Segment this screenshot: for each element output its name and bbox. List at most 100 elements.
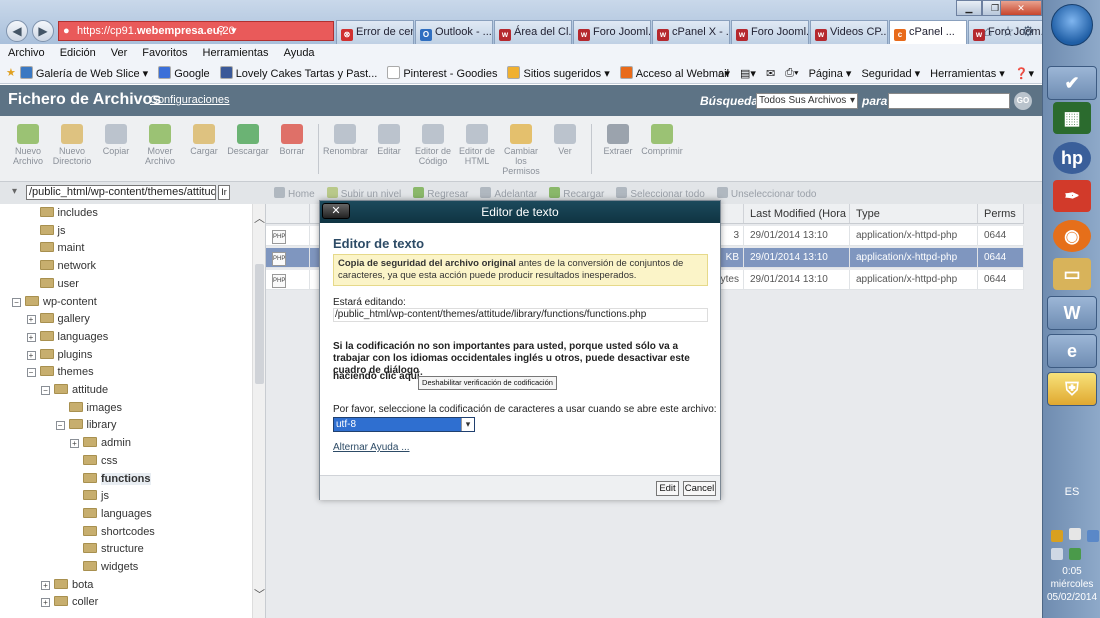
start-button[interactable] — [1051, 4, 1093, 46]
click-here-label: haciendo clic aquí: — [333, 371, 424, 382]
tool-nuevo-directorio-button[interactable]: Nuevo Directorio — [50, 116, 94, 181]
search-input[interactable] — [888, 93, 1010, 109]
internet-explorer-icon[interactable]: e — [1047, 334, 1097, 368]
nuevo-archivo-icon — [17, 124, 39, 144]
security-shield-icon[interactable]: ⛨ — [1047, 372, 1097, 406]
tool-editor-de-codigo-button[interactable]: Editor de Código — [411, 116, 455, 181]
firefox-app-icon[interactable]: ◉ — [1053, 220, 1091, 252]
mail-icon[interactable]: ✉ — [766, 67, 775, 80]
tool-copiar-button[interactable]: Copiar — [94, 116, 138, 181]
tab-outlook-1[interactable]: O Outlook - ... — [415, 20, 493, 44]
favorites-star-icon[interactable]: ☆ — [1000, 23, 1016, 39]
configuration-link[interactable]: Configuraciones — [150, 94, 230, 106]
nav-unseleccionar-todo[interactable]: Unseleccionar todo — [716, 186, 816, 200]
menu-ver[interactable]: Ver — [111, 44, 128, 62]
home-icon[interactable]: ⌂ — [980, 23, 996, 39]
favorite-galeria-de-web-slice[interactable]: Galería de Web Slice ▾ — [19, 65, 148, 80]
encoding-select[interactable]: utf-8 ▾ — [333, 417, 475, 432]
menu-edicion[interactable]: Edición — [60, 44, 96, 62]
favorite-lovely-cakes-tartas-y-past[interactable]: Lovely Cakes Tartas y Past... — [219, 65, 377, 80]
nav-regresar[interactable]: Regresar — [413, 186, 468, 200]
spreadsheet-app-icon[interactable]: ▦ — [1053, 102, 1091, 134]
tool-label: Nuevo Archivo — [12, 146, 43, 166]
tool-label: Cargar — [190, 146, 218, 156]
address-bar[interactable]: ● https://cp91.webempresa.eu:20 ⚲ ▾ — [58, 21, 334, 41]
tab-cpanel-x-4[interactable]: w cPanel X - ... — [652, 20, 730, 44]
tool-ver-button[interactable]: Ver — [543, 116, 587, 181]
cancel-button[interactable]: Cancel — [683, 481, 716, 496]
clock-time[interactable]: 0:05 — [1043, 566, 1100, 578]
tool-label: Ver — [558, 146, 572, 156]
tool-renombrar-button[interactable]: Renombrar — [323, 116, 368, 181]
settings-gear-icon[interactable]: ⚙ — [1020, 23, 1036, 39]
toggle-help-link[interactable]: Alternar Ayuda ... — [333, 442, 410, 453]
folder-tree-icon: ▾ — [12, 186, 18, 197]
tab-area-del-cl-2[interactable]: w Área del Cl... — [494, 20, 572, 44]
tab-error-de-cer-0[interactable]: ⊗Error de cer... — [336, 20, 414, 44]
tab-videos-cp-6[interactable]: w Videos CP... — [810, 20, 888, 44]
back-button[interactable]: ◀ — [6, 20, 28, 42]
volume-icon[interactable] — [1051, 548, 1063, 560]
cmd-tools[interactable]: Herramientas ▾ — [930, 67, 1005, 80]
tool-editar-button[interactable]: Editar — [367, 116, 411, 181]
favorite-pinterest-goodies[interactable]: Pinterest - Goodies — [387, 65, 497, 80]
tool-editor-de-html-button[interactable]: Editor de HTML — [455, 116, 499, 181]
path-input[interactable]: /public_html/wp-content/themes/attitude — [26, 185, 216, 200]
menu-herramientas[interactable]: Herramientas — [203, 44, 269, 62]
feeds-icon[interactable]: ▤▾ — [740, 67, 756, 80]
nav-adelantar[interactable]: Adelantar — [480, 186, 537, 200]
search-go-button[interactable]: GO — [1014, 92, 1032, 110]
network-icon[interactable] — [1069, 548, 1081, 560]
path-go-button[interactable]: Ir — [218, 185, 230, 200]
favorites-star-icon[interactable]: ★ — [6, 66, 16, 79]
minimize-button[interactable]: ▁ — [956, 0, 982, 16]
word-app-icon[interactable]: W — [1047, 296, 1097, 330]
tray-icon-3[interactable] — [1087, 530, 1099, 542]
tool-cargar-button[interactable]: Cargar — [182, 116, 226, 181]
nav-recargar[interactable]: Recargar — [549, 186, 604, 200]
disable-encoding-check-button[interactable]: Deshabilitar verificación de codificació… — [418, 376, 557, 390]
tool-extraer-button[interactable]: Extraer — [596, 116, 640, 181]
nav-subir-un-nivel[interactable]: Subir un nivel — [326, 186, 401, 200]
cmd-security[interactable]: Seguridad ▾ — [861, 67, 920, 80]
tool-borrar-button[interactable]: Borrar — [270, 116, 314, 181]
clock-day[interactable]: miércoles — [1043, 579, 1100, 591]
hp-app-icon[interactable]: hp — [1053, 142, 1091, 174]
tool-nuevo-archivo-button[interactable]: Nuevo Archivo — [6, 116, 50, 181]
dialog-title: Editor de texto — [481, 205, 559, 219]
tool-cambiar-los-permisos-button[interactable]: Cambiar los Permisos — [499, 116, 543, 181]
tray-icon-2[interactable] — [1069, 528, 1081, 540]
edit-button[interactable]: Edit — [656, 481, 679, 496]
menu-archivo[interactable]: Archivo — [8, 44, 45, 62]
home-icon[interactable]: ⌂▾ — [718, 67, 730, 80]
favorite-site-icon — [507, 65, 521, 79]
explorer-folder-icon[interactable]: ▭ — [1053, 258, 1091, 290]
help-icon[interactable]: ❓▾ — [1015, 67, 1034, 80]
tray-icon-1[interactable] — [1051, 530, 1063, 542]
forward-button[interactable]: ▶ — [32, 20, 54, 42]
tasks-app-icon[interactable]: ✔ — [1047, 66, 1097, 100]
close-window-button[interactable]: ✕ — [1000, 0, 1042, 16]
menu-favoritos[interactable]: Favoritos — [142, 44, 187, 62]
dialog-heading: Editor de texto — [333, 236, 425, 251]
tab-foro-jooml-3[interactable]: w Foro Jooml... — [573, 20, 651, 44]
search-icon[interactable]: ⚲ — [217, 22, 225, 40]
language-indicator[interactable]: ES — [1043, 486, 1100, 498]
tool-descargar-button[interactable]: Descargar — [226, 116, 270, 181]
clock-date[interactable]: 05/02/2014 — [1043, 592, 1100, 604]
pdf-app-icon[interactable]: ✒ — [1053, 180, 1091, 212]
tab-cpanel-7[interactable]: c cPanel ... — [889, 20, 967, 44]
dropdown-icon[interactable]: ▾ — [231, 22, 237, 40]
tool-mover-archivo-button[interactable]: Mover Archivo — [138, 116, 182, 181]
search-scope-select[interactable]: Todos Sus Archivos ▾ — [756, 93, 858, 109]
nav-home[interactable]: Home — [274, 186, 315, 200]
nav-seleccionar-todo[interactable]: Seleccionar todo — [616, 186, 705, 200]
tool-comprimir-button[interactable]: Comprimir — [640, 116, 684, 181]
favorite-google[interactable]: Google — [158, 65, 210, 80]
print-icon[interactable]: ⎙▾ — [785, 67, 798, 80]
tab-foro-jooml-5[interactable]: w Foro Jooml... — [731, 20, 809, 44]
dialog-close-button[interactable]: ✕ — [322, 203, 350, 219]
favorite-sitios-sugeridos[interactable]: Sitios sugeridos ▾ — [507, 65, 610, 80]
cmd-page[interactable]: Página ▾ — [809, 67, 852, 80]
menu-ayuda[interactable]: Ayuda — [284, 44, 315, 62]
